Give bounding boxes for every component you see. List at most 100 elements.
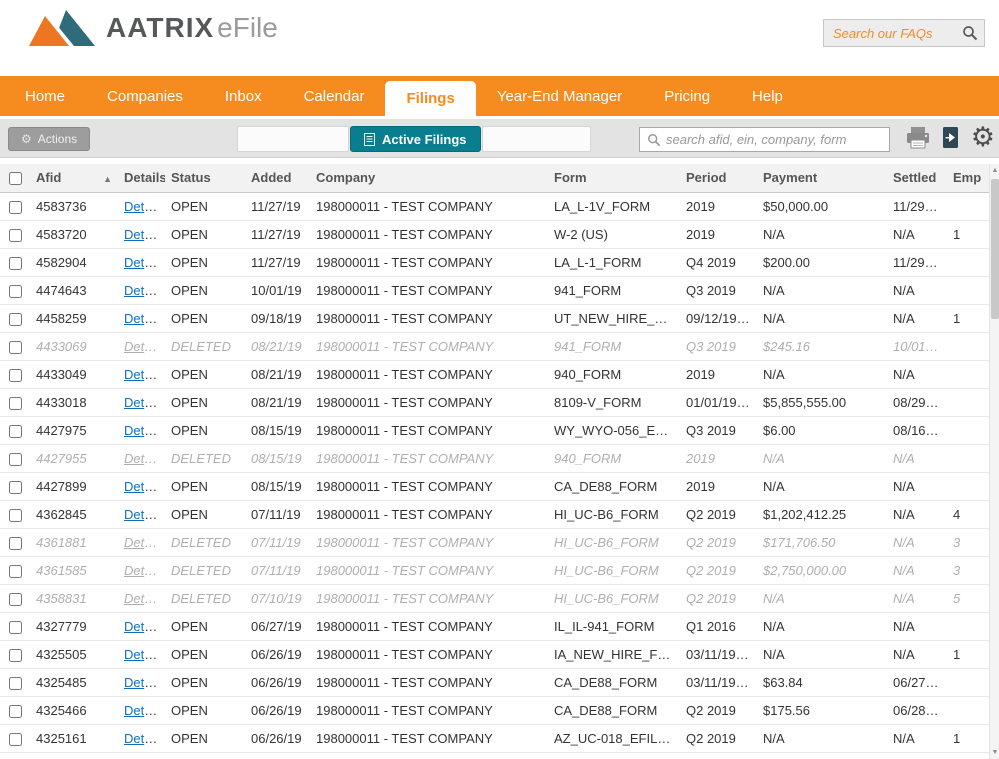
cell-company: 198000011 - TEST COMPANY [310,388,548,416]
cell-form: HI_UC-B6_FORM [548,500,680,528]
select-all-checkbox[interactable] [9,172,22,185]
header-period[interactable]: Period [680,164,757,192]
details-link[interactable]: Details [124,227,164,242]
search-icon[interactable] [962,25,978,41]
select-all-cell [0,164,30,192]
cell-company: 198000011 - TEST COMPANY [310,192,548,220]
details-link[interactable]: Details [124,311,164,326]
cell-settled: N/A [887,612,947,640]
details-link[interactable]: Details [124,703,164,718]
nav-help[interactable]: Help [731,76,804,116]
aatrix-logo[interactable]: AATRIXeFile [28,8,278,48]
print-icon[interactable] [905,126,931,150]
row-checkbox[interactable] [9,705,22,718]
details-link[interactable]: Details [124,535,164,550]
cell-emp [947,248,989,276]
header-status[interactable]: Status [165,164,245,192]
row-checkbox[interactable] [9,481,22,494]
row-checkbox-cell [0,276,30,304]
export-icon[interactable] [941,126,961,150]
details-link[interactable]: Details [124,479,164,494]
nav-filings[interactable]: Filings [385,81,475,116]
details-link[interactable]: Details [124,367,164,382]
row-checkbox[interactable] [9,453,22,466]
row-checkbox[interactable] [9,257,22,270]
cell-company: 198000011 - TEST COMPANY [310,304,548,332]
cell-period: Q2 2019 [680,584,757,612]
actions-button[interactable]: ⚙ Actions [8,127,90,151]
scroll-down-icon[interactable]: ▼ [990,746,999,759]
nav-year-end-manager[interactable]: Year-End Manager [476,76,643,116]
filing-row: 4433069DetailsDELETED08/21/19198000011 -… [0,332,989,360]
cell-added: 11/27/19 [245,192,310,220]
details-link[interactable]: Details [124,563,164,578]
row-checkbox-cell [0,556,30,584]
row-checkbox[interactable] [9,341,22,354]
row-checkbox-cell [0,612,30,640]
cell-period: Q2 2019 [680,500,757,528]
cell-period: Q3 2019 [680,332,757,360]
nav-pricing[interactable]: Pricing [643,76,731,116]
cell-payment: N/A [757,640,887,668]
row-checkbox[interactable] [9,649,22,662]
cell-form: LA_L-1V_FORM [548,192,680,220]
details-link[interactable]: Details [124,591,164,606]
details-link[interactable]: Details [124,675,164,690]
row-checkbox[interactable] [9,565,22,578]
cell-company: 198000011 - TEST COMPANY [310,332,548,360]
details-link[interactable]: Details [124,395,164,410]
details-link[interactable]: Details [124,283,164,298]
header-form[interactable]: Form [548,164,680,192]
cell-form: UT_NEW_HIRE_FORM [548,304,680,332]
row-checkbox[interactable] [9,593,22,606]
header-added[interactable]: Added [245,164,310,192]
row-checkbox[interactable] [9,285,22,298]
active-filings-button[interactable]: Active Filings [350,126,481,152]
row-checkbox-cell [0,444,30,472]
row-checkbox[interactable] [9,369,22,382]
faq-search-input[interactable] [833,26,962,41]
nav-inbox[interactable]: Inbox [204,76,283,116]
row-checkbox[interactable] [9,397,22,410]
row-checkbox[interactable] [9,677,22,690]
details-link[interactable]: Details [124,619,164,634]
header-settled[interactable]: Settled [887,164,947,192]
row-checkbox-cell [0,472,30,500]
details-link[interactable]: Details [124,647,164,662]
row-checkbox[interactable] [9,733,22,746]
nav-calendar[interactable]: Calendar [283,76,386,116]
settings-gear-icon[interactable]: ⚙ [971,124,995,151]
row-checkbox[interactable] [9,425,22,438]
row-checkbox[interactable] [9,621,22,634]
header-payment[interactable]: Payment [757,164,887,192]
row-checkbox[interactable] [9,201,22,214]
row-checkbox[interactable] [9,229,22,242]
header-company[interactable]: Company [310,164,548,192]
header-details[interactable]: Details [118,164,165,192]
details-link[interactable]: Details [124,339,164,354]
header-emp[interactable]: Emp [947,164,989,192]
details-link[interactable]: Details [124,199,164,214]
details-link[interactable]: Details [124,255,164,270]
row-checkbox[interactable] [9,509,22,522]
cell-added: 11/27/19 [245,248,310,276]
details-link[interactable]: Details [124,507,164,522]
cell-emp [947,444,989,472]
row-checkbox[interactable] [9,313,22,326]
cell-period: 2019 [680,472,757,500]
row-checkbox[interactable] [9,537,22,550]
scroll-up-icon[interactable]: ▲ [990,164,999,177]
cell-emp [947,332,989,360]
vertical-scrollbar[interactable]: ▲ ▼ [989,164,999,759]
details-link[interactable]: Details [124,451,164,466]
details-link[interactable]: Details [124,731,164,746]
scrollbar-thumb[interactable] [991,179,999,319]
row-checkbox-cell [0,388,30,416]
nav-home[interactable]: Home [4,76,86,116]
filings-search-input[interactable] [666,132,882,147]
details-link[interactable]: Details [124,423,164,438]
cell-company: 198000011 - TEST COMPANY [310,612,548,640]
filings-table-body: 4583736DetailsOPEN11/27/19198000011 - TE… [0,192,989,752]
nav-companies[interactable]: Companies [86,76,204,116]
header-afid[interactable]: Afid▲ [30,164,118,192]
